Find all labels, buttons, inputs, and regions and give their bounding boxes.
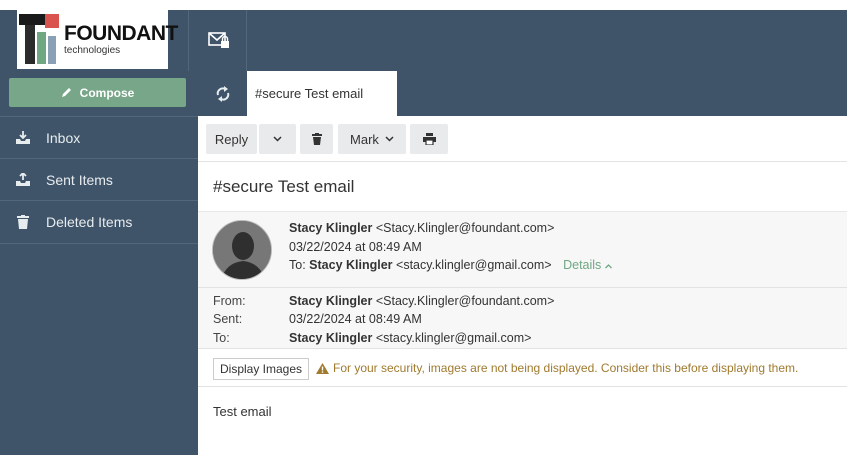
to-address: <stacy.klingler@gmail.com> (375, 331, 532, 345)
security-warning: For your security, images are not being … (316, 361, 798, 375)
refresh-button[interactable] (198, 71, 247, 116)
sender-line: Stacy Klingler <Stacy.Klingler@foundant.… (289, 221, 554, 235)
from-label: From: (213, 294, 246, 308)
mark-label: Mark (350, 131, 379, 147)
delete-button[interactable] (300, 124, 333, 154)
to-name: Stacy Klingler (289, 331, 373, 345)
trash-icon (311, 133, 322, 145)
warning-icon (316, 362, 329, 374)
refresh-icon (216, 85, 229, 102)
chevron-down-icon (385, 136, 394, 142)
security-warning-text: For your security, images are not being … (333, 361, 799, 375)
chevron-up-icon (604, 264, 612, 269)
to-label: To: (213, 331, 230, 345)
sidebar-item-label: Deleted Items (46, 213, 133, 230)
message-toolbar: Reply Mark (198, 116, 847, 162)
from-address: <Stacy.Klingler@foundant.com> (375, 294, 555, 308)
sidebar: Compose Inbox Sent Items Deleted Items (0, 71, 198, 455)
brand-subtitle: technologies (64, 45, 121, 56)
sidebar-item-deleted-items[interactable]: Deleted Items (0, 200, 198, 242)
avatar (212, 220, 272, 280)
sent-value: 03/22/2024 at 08:49 AM (289, 312, 422, 326)
sender-address: <Stacy.Klingler@foundant.com> (375, 221, 555, 235)
print-icon (422, 133, 436, 145)
message-details: From: Stacy Klingler <Stacy.Klingler@fou… (198, 288, 847, 348)
top-bar: FOUNDANT technologies (0, 0, 847, 71)
recipient-name[interactable]: Stacy Klingler (309, 258, 392, 272)
trash-icon (0, 214, 46, 229)
person-silhouette-icon (213, 221, 271, 279)
foundant-logo-mark (19, 14, 59, 64)
sent-label: Sent: (213, 312, 243, 326)
details-toggle[interactable]: Details (563, 258, 612, 272)
compose-label: Compose (79, 85, 135, 100)
message-subject: #secure Test email (213, 177, 355, 196)
pencil-icon (61, 88, 71, 97)
foundant-logo[interactable]: FOUNDANT technologies (17, 10, 178, 69)
recipient-address: <stacy.klingler@gmail.com> (396, 258, 552, 272)
brand-name: FOUNDANT (64, 22, 178, 45)
print-button[interactable] (410, 124, 448, 154)
from-name: Stacy Klingler (289, 294, 373, 308)
compose-button[interactable]: Compose (9, 78, 186, 107)
reply-button[interactable]: Reply (206, 124, 257, 154)
tab-label: #secure Test email (255, 86, 364, 101)
message-header: Stacy Klingler <Stacy.Klingler@foundant.… (198, 211, 847, 288)
mark-button[interactable]: Mark (338, 124, 406, 154)
message-date: 03/22/2024 at 08:49 AM (289, 240, 422, 254)
from-value: Stacy Klingler <Stacy.Klingler@foundant.… (289, 294, 554, 308)
message-view: Reply Mark #secure Test email Stacy Klin… (198, 116, 847, 455)
security-bar: Display Images For your security, images… (198, 348, 847, 387)
sidebar-item-label: Inbox (46, 129, 81, 146)
inbox-icon (0, 130, 46, 145)
secure-mail-button[interactable] (188, 10, 247, 71)
recipient-prefix: To: (289, 258, 306, 272)
sidebar-item-sent-items[interactable]: Sent Items (0, 158, 198, 200)
sender-name[interactable]: Stacy Klingler (289, 221, 372, 235)
tab-message[interactable]: #secure Test email (247, 71, 397, 116)
tab-bar: #secure Test email (198, 71, 847, 116)
secure-mail-icon (208, 32, 229, 48)
reply-options-button[interactable] (259, 124, 296, 154)
recipient-line: To: Stacy Klingler <stacy.klingler@gmail… (289, 258, 612, 272)
sidebar-item-inbox[interactable]: Inbox (0, 116, 198, 158)
details-label: Details (563, 258, 602, 272)
chevron-down-icon (273, 136, 282, 142)
message-body: Test email (213, 404, 272, 419)
display-images-button[interactable]: Display Images (213, 358, 310, 380)
sidebar-divider (0, 243, 198, 244)
to-value: Stacy Klingler <stacy.klingler@gmail.com… (289, 331, 531, 345)
sent-icon (0, 172, 46, 187)
sidebar-item-label: Sent Items (46, 171, 113, 188)
display-images-label: Display Images (220, 362, 303, 376)
reply-label: Reply (214, 131, 249, 147)
